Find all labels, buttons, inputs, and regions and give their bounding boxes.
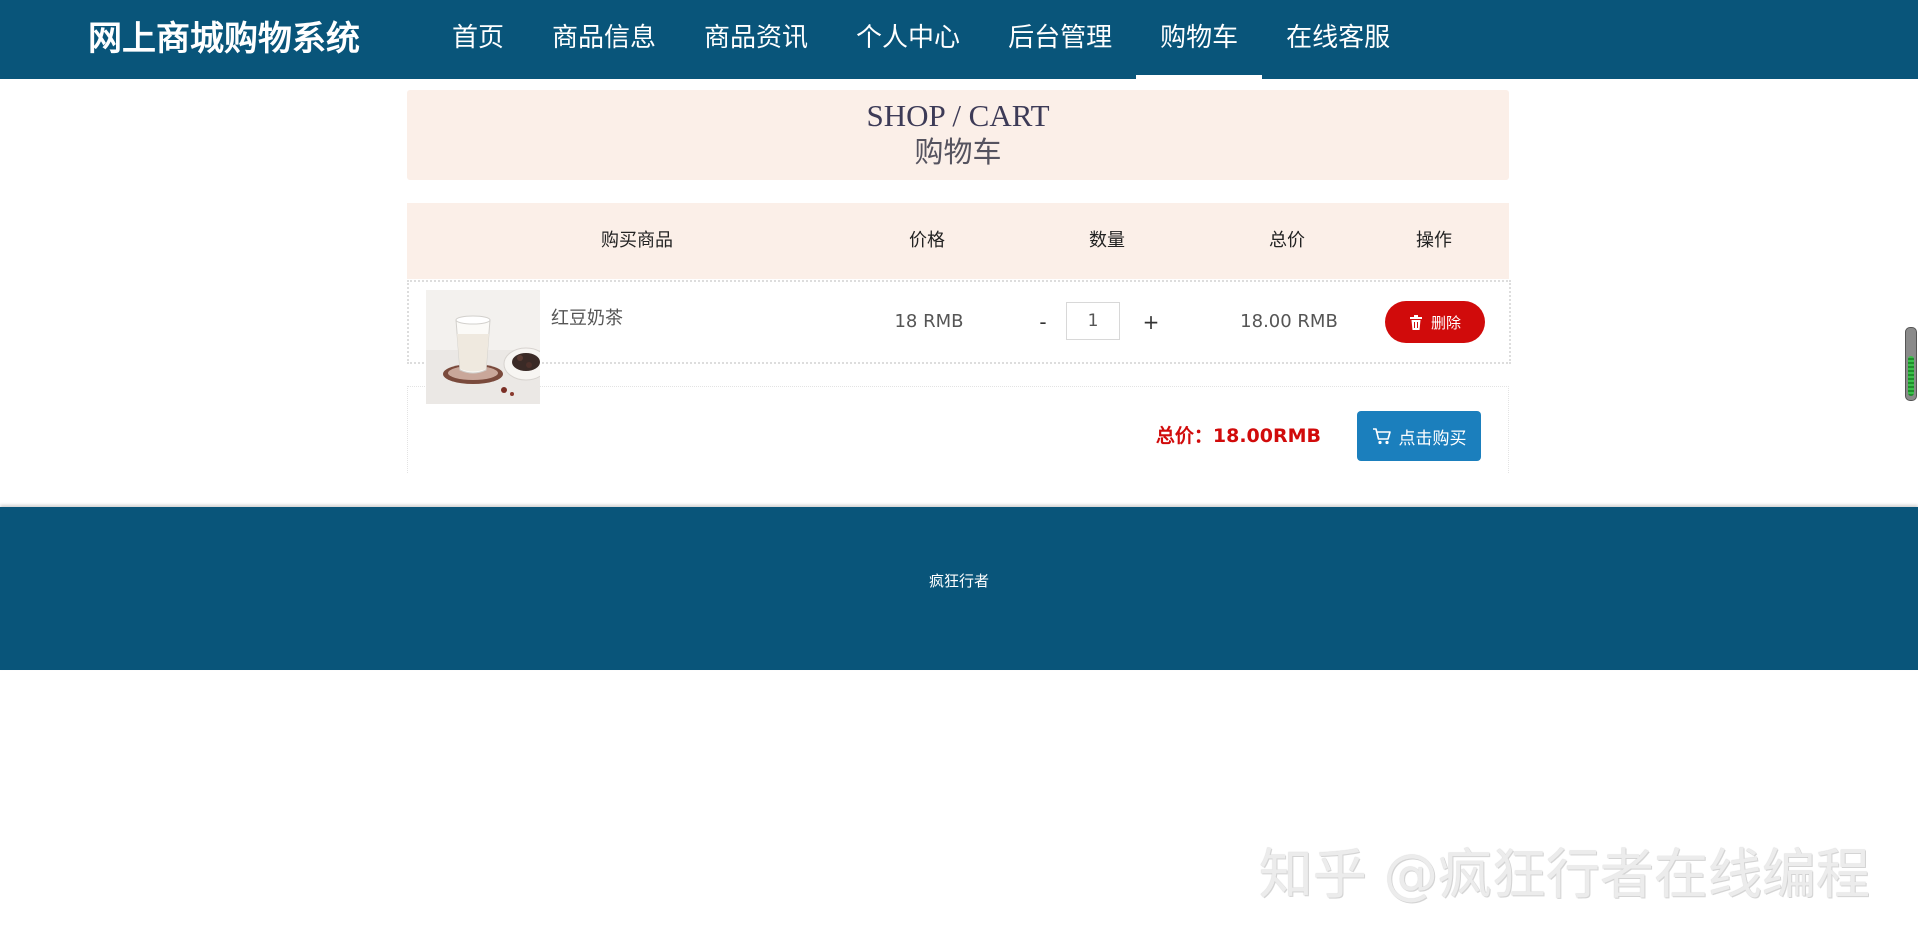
cart-icon (1372, 428, 1391, 445)
scroll-widget-fill (1908, 356, 1914, 396)
nav-item-customer-service[interactable]: 在线客服 (1262, 0, 1414, 79)
cart-summary-row: 总价：18.00RMB 点击购买 (407, 386, 1509, 473)
quantity-input[interactable] (1066, 302, 1120, 340)
product-name[interactable]: 红豆奶茶 (551, 304, 623, 330)
nav-item-products[interactable]: 商品信息 (528, 0, 680, 79)
item-price: 18 RMB (894, 311, 964, 332)
cart-item-row: 红豆奶茶 18 RMB - + 18.00 RMB 删除 (407, 280, 1511, 404)
column-header-product: 购买商品 (601, 230, 673, 251)
watermark-text: 知乎 @疯狂行者在线编程 (1258, 843, 1870, 906)
site-brand[interactable]: 网上商城购物系统 (88, 0, 360, 79)
product-thumbnail[interactable] (426, 290, 540, 404)
banner-title-cn: 购物车 (914, 135, 1002, 169)
column-header-total: 总价 (1269, 230, 1305, 251)
banner-title-en: SHOP / CART (866, 98, 1050, 133)
delete-item-button[interactable]: 删除 (1385, 301, 1485, 343)
top-navbar: 网上商城购物系统 首页 商品信息 商品资讯 个人中心 后台管理 购物车 在线客服 (0, 0, 1918, 79)
nav-item-admin[interactable]: 后台管理 (984, 0, 1136, 79)
page-banner: SHOP / CART 购物车 (407, 90, 1509, 180)
trash-icon (1409, 314, 1422, 330)
column-header-price: 价格 (909, 230, 945, 251)
cart-total: 总价：18.00RMB (1155, 425, 1321, 447)
delete-button-label: 删除 (1430, 313, 1461, 332)
quantity-decrease-button[interactable]: - (1033, 282, 1053, 362)
scroll-widget[interactable] (1905, 327, 1917, 401)
nav-item-cart[interactable]: 购物车 (1136, 0, 1263, 79)
column-header-quantity: 数量 (1089, 230, 1125, 251)
checkout-button-label: 点击购买 (1398, 428, 1467, 449)
quantity-increase-button[interactable]: + (1141, 282, 1161, 362)
nav-item-home[interactable]: 首页 (428, 0, 528, 79)
column-header-action: 操作 (1416, 230, 1452, 251)
item-subtotal: 18.00 RMB (1240, 311, 1338, 332)
nav-item-profile[interactable]: 个人中心 (832, 0, 984, 79)
footer-text: 疯狂行者 (928, 572, 989, 590)
checkout-button[interactable]: 点击购买 (1357, 411, 1481, 461)
milk-tea-glass-image (426, 290, 540, 404)
nav-menu: 首页 商品信息 商品资讯 个人中心 后台管理 购物车 在线客服 (428, 0, 1414, 79)
page-footer: 疯狂行者 (0, 507, 1918, 670)
cart-table-header: 购买商品 价格 数量 总价 操作 (407, 203, 1509, 279)
nav-item-news[interactable]: 商品资讯 (680, 0, 832, 79)
